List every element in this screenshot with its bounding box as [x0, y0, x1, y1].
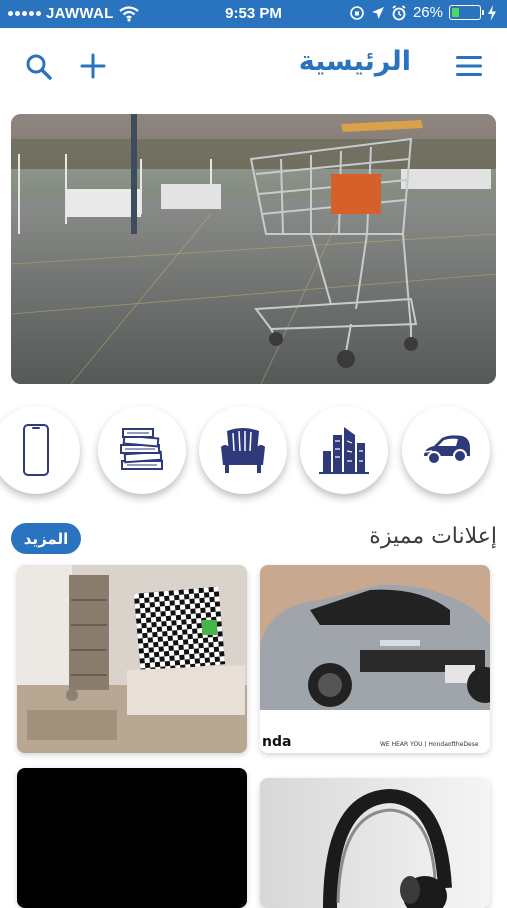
buildings-icon: [319, 427, 369, 474]
listing-card-tv[interactable]: [17, 565, 247, 753]
orientation-lock-icon: [350, 5, 364, 20]
category-real-estate[interactable]: [300, 406, 388, 494]
category-cars[interactable]: [402, 406, 490, 494]
category-furniture[interactable]: [199, 406, 287, 494]
category-row: [0, 403, 507, 503]
charging-icon: [488, 4, 496, 21]
shopping-cart-banner-image: [11, 114, 496, 384]
category-books[interactable]: [98, 406, 186, 494]
listing-card-headphones[interactable]: [260, 778, 490, 908]
listing-card-car[interactable]: nda WE HEAR YOU | HondaoftheDese: [260, 565, 490, 753]
hamburger-menu-icon[interactable]: [455, 54, 483, 78]
featured-section-title: إعلانات مميزة: [369, 524, 497, 549]
armchair-icon: [221, 428, 265, 473]
status-bar: JAWWAL 9:53 PM 26%: [0, 0, 507, 28]
card-caption-right: WE HEAR YOU | HondaoftheDese: [380, 741, 479, 748]
headphones-image: [260, 778, 490, 908]
more-button[interactable]: المزيد: [11, 523, 81, 554]
plus-icon[interactable]: [78, 51, 108, 81]
battery-icon: [449, 5, 484, 20]
page-title: الرئيسية: [298, 46, 411, 77]
tv-living-room-image: [17, 565, 247, 753]
car-icon: [423, 435, 470, 465]
books-icon: [120, 428, 163, 470]
status-right: 26%: [349, 4, 497, 21]
card-caption-left: nda: [262, 734, 291, 750]
battery-fill: [452, 8, 459, 17]
location-icon: [371, 6, 384, 19]
app-header: الرئيسية: [0, 28, 507, 103]
phone-icon: [23, 424, 49, 476]
listing-card-dark[interactable]: [17, 768, 247, 908]
honda-civic-image: nda WE HEAR YOU | HondaoftheDese: [260, 565, 490, 753]
hero-banner[interactable]: [11, 114, 496, 384]
alarm-icon: [392, 4, 406, 20]
category-phones[interactable]: [0, 406, 80, 494]
battery-percent: 26%: [412, 4, 443, 21]
search-icon[interactable]: [24, 52, 54, 82]
